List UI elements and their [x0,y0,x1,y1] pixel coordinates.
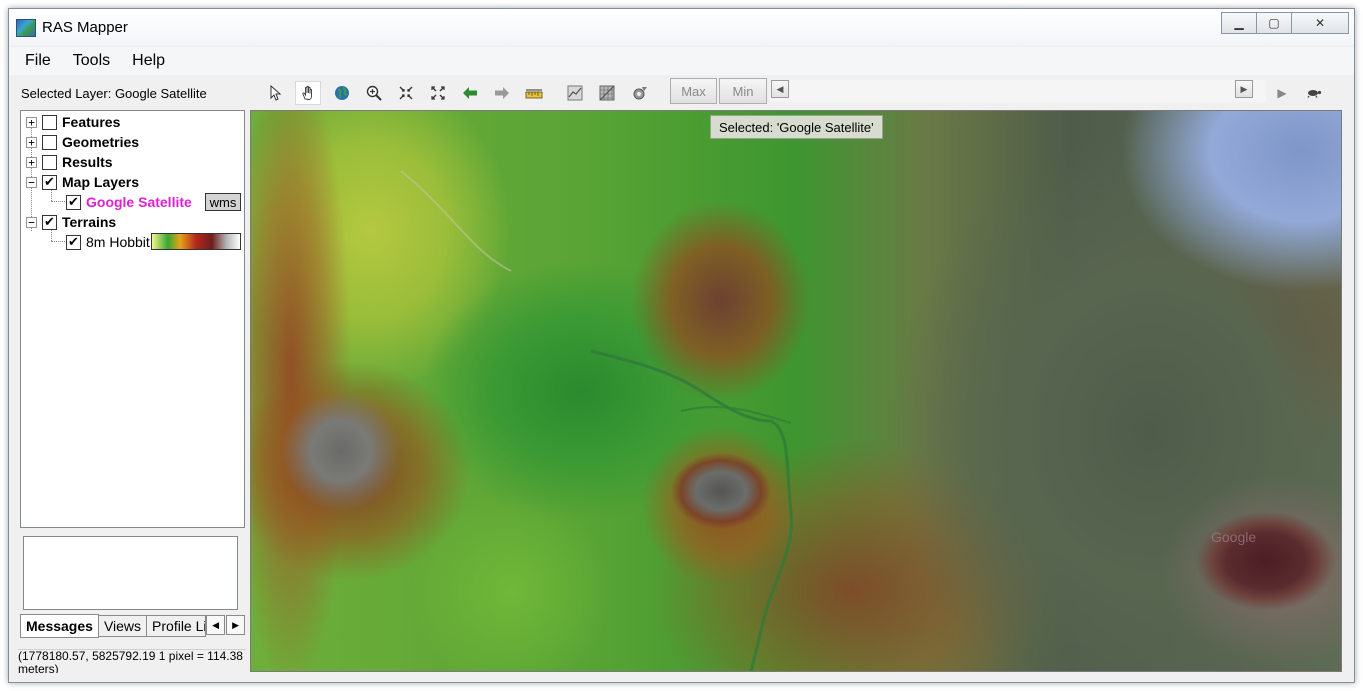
google-watermark: Google [1211,529,1257,545]
map-layers-checkbox[interactable]: ✔ [42,174,57,190]
window-controls: ▁ ▢ ✕ [1221,12,1349,34]
expand-icon[interactable]: + [26,156,37,168]
tree-item-geometries[interactable]: + Geometries [26,132,139,152]
messages-box[interactable] [23,536,238,610]
menu-file[interactable]: File [25,52,51,70]
terrain-label: 8m Hobbit [86,234,150,250]
globe-icon[interactable] [329,81,355,105]
tab-messages[interactable]: Messages [20,614,99,638]
menu-tools[interactable]: Tools [73,52,110,70]
zoom-in-icon[interactable] [361,81,387,105]
close-button[interactable]: ✕ [1291,12,1349,34]
tree-item-features[interactable]: + Features [26,112,120,132]
coordinate-readout: (1778180.57, 5825792.19 1 pixel = 114.38… [18,649,246,673]
map-layers-label: Map Layers [62,174,140,190]
full-extent-icon[interactable] [425,81,451,105]
selected-layer-label: Selected Layer: Google Satellite [21,86,207,101]
tree-item-google-satellite[interactable]: ✔ Google Satellite [66,192,192,212]
wms-badge: wms [205,193,241,211]
results-label: Results [62,154,113,170]
tree-item-terrains[interactable]: − ✔ Terrains [26,212,116,232]
back-arrow-icon[interactable] [457,81,483,105]
tree-item-results[interactable]: + Results [26,152,113,172]
measure-ruler-icon[interactable] [521,81,547,105]
results-checkbox[interactable] [42,154,57,170]
google-satellite-checkbox[interactable]: ✔ [66,194,81,210]
play-icon[interactable]: ▶ [1269,81,1295,105]
expand-icon[interactable]: + [26,136,37,148]
pointer-icon[interactable] [263,81,289,105]
animation-settings-icon[interactable] [626,81,652,105]
tree-item-map-layers[interactable]: − ✔ Map Layers [26,172,139,192]
expand-icon[interactable]: + [26,116,37,128]
bottom-tabs: Messages Views Profile Lines ◀ ▶ [20,614,246,638]
selected-layer-tooltip: Selected: 'Google Satellite' [710,115,883,139]
terrain-color-ramp [151,233,241,250]
profile-plot-icon[interactable] [562,81,588,105]
title-bar: RAS Mapper ▁ ▢ ✕ [9,9,1354,45]
layer-tree: + Features + Geometries + Results − ✔ Ma… [20,110,245,528]
forward-arrow-icon[interactable] [489,81,515,105]
features-label: Features [62,114,121,130]
tabs-scroll-right-button[interactable]: ▶ [226,615,246,635]
ras-mapper-window: RAS Mapper ▁ ▢ ✕ File Tools Help Selecte… [8,8,1355,683]
tab-profile-lines[interactable]: Profile Lines [146,615,207,637]
tree-item-terrain[interactable]: ✔ 8m Hobbit [66,232,156,252]
time-slider-left-button[interactable]: ◀ [771,80,789,98]
tabs-scroll-left-button[interactable]: ◀ [206,615,226,635]
turtle-speed-icon[interactable] [1301,81,1327,105]
tab-views[interactable]: Views [97,615,148,637]
window-title: RAS Mapper [42,19,128,36]
geometries-label: Geometries [62,134,140,150]
max-button[interactable]: Max [670,78,717,104]
pan-hand-icon[interactable] [295,81,321,105]
time-slider-right-button[interactable]: ▶ [1235,80,1253,98]
min-button[interactable]: Min [719,78,767,104]
river-overlay [400,170,794,671]
app-icon [16,19,36,37]
map-toolbar: Max Min ◀ ▶ ▶ [257,77,1354,109]
collapse-icon[interactable]: − [26,216,37,228]
minimize-button[interactable]: ▁ [1221,12,1257,34]
geometries-checkbox[interactable] [42,134,57,150]
google-satellite-label: Google Satellite [86,194,192,210]
terrain-checkbox[interactable]: ✔ [66,234,81,250]
raster-grid-icon[interactable] [594,81,620,105]
terrains-checkbox[interactable]: ✔ [42,214,57,230]
collapse-icon[interactable]: − [26,176,37,188]
menu-bar: File Tools Help [9,47,1354,75]
map-view[interactable]: Selected: 'Google Satellite' Google [250,110,1342,672]
features-checkbox[interactable] [42,114,57,130]
time-slider-track[interactable] [770,80,1266,102]
maximize-button[interactable]: ▢ [1256,12,1292,34]
terrains-label: Terrains [62,214,117,230]
zoom-extent-icon[interactable] [393,81,419,105]
menu-help[interactable]: Help [132,52,165,70]
